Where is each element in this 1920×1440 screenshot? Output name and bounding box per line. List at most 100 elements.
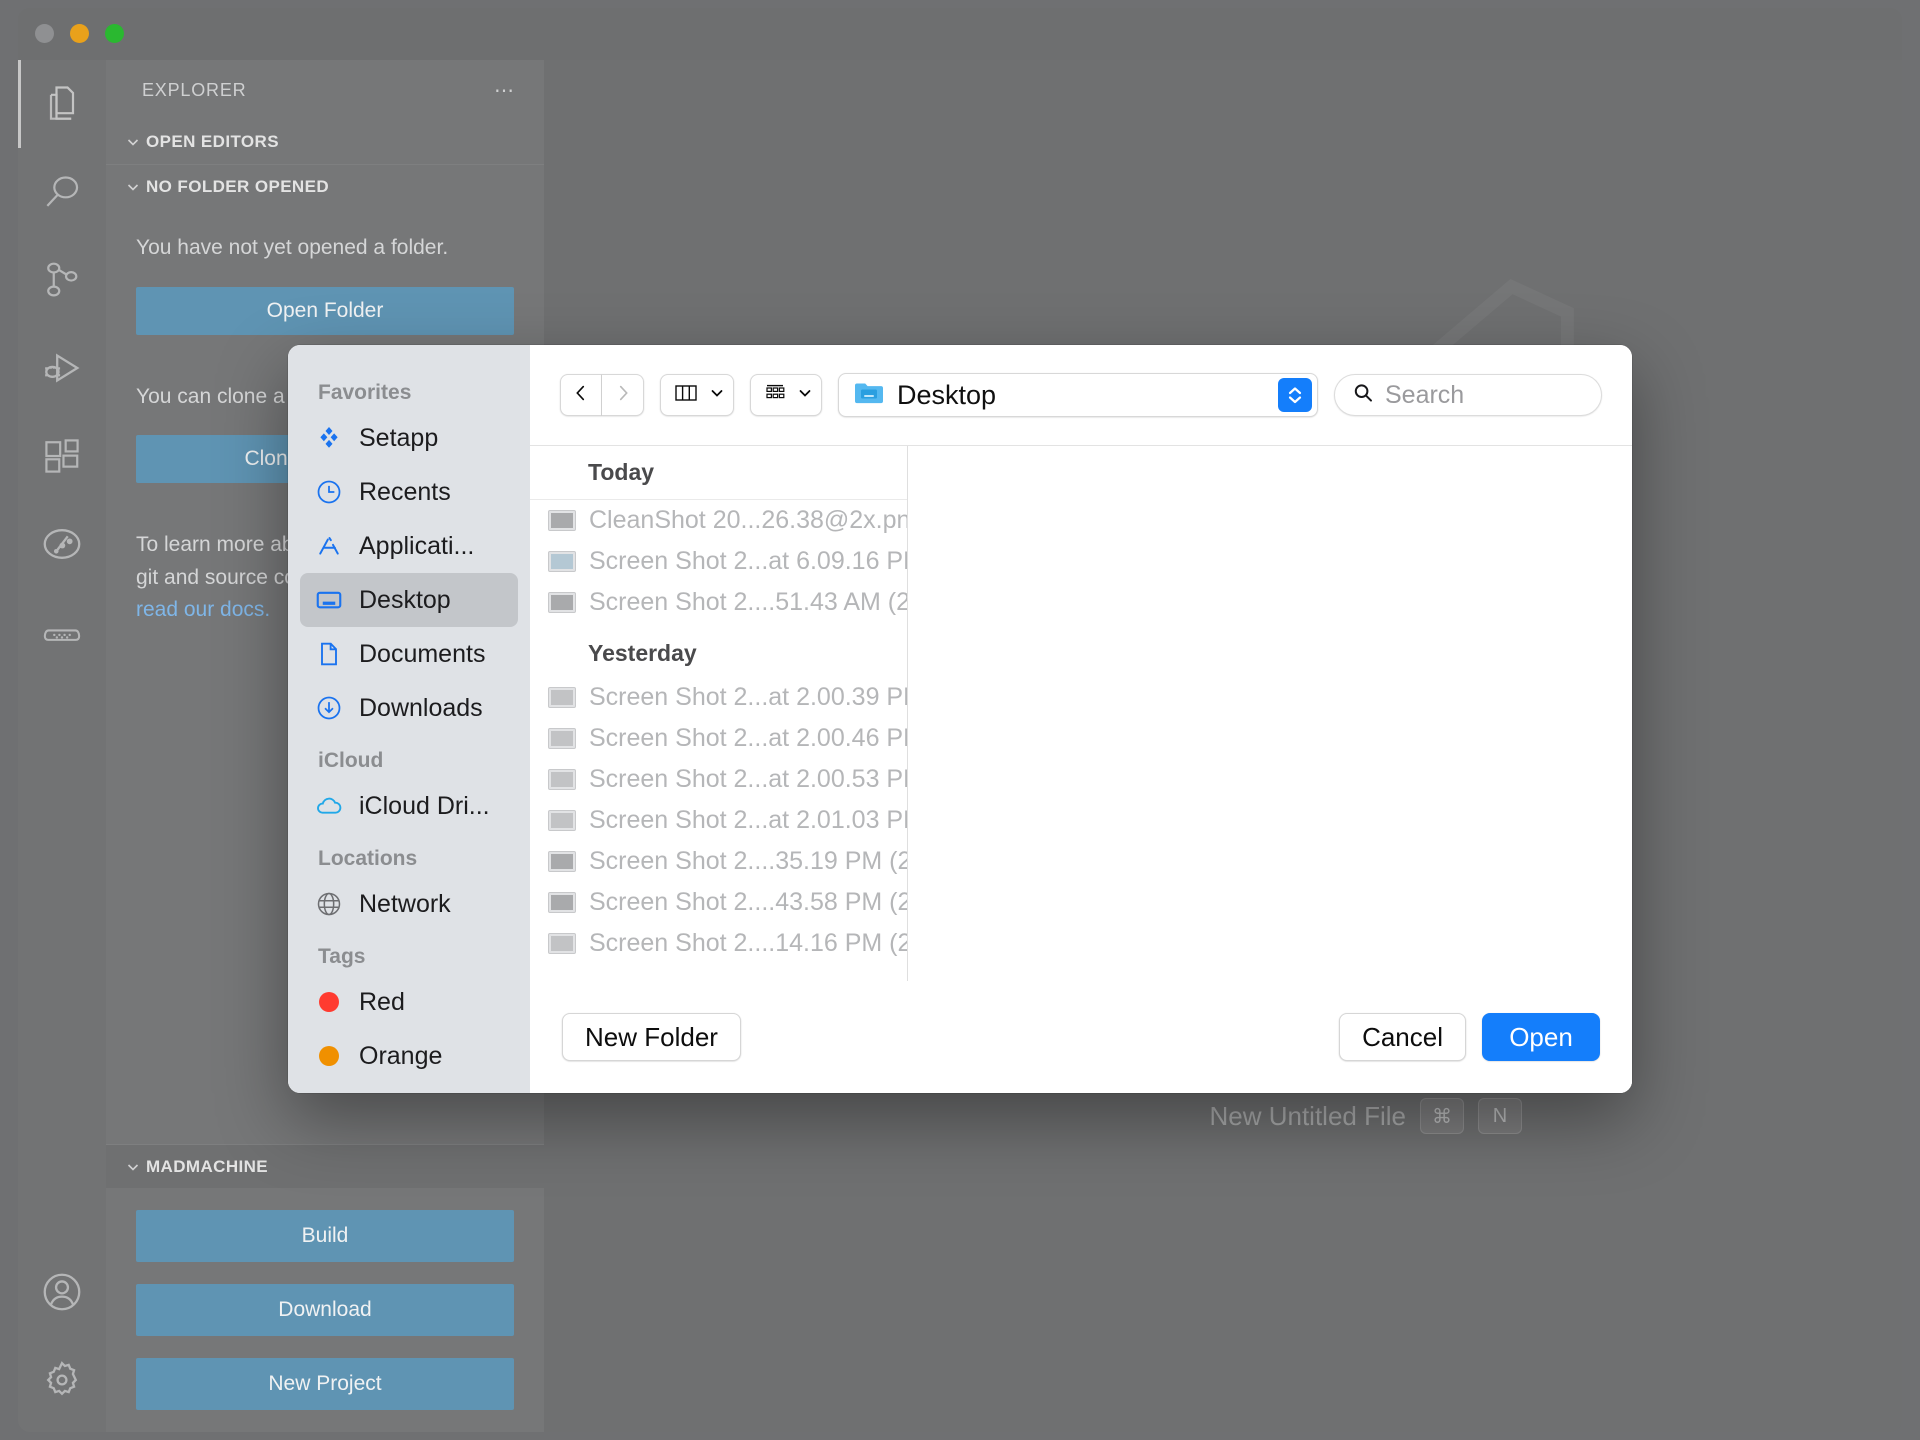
search-icon	[40, 170, 84, 214]
sidebar-item-tag-orange[interactable]: Orange	[300, 1029, 518, 1083]
view-mode-button[interactable]	[660, 374, 734, 416]
file-name: Screen Shot 2...at 2.01.03 PM	[589, 806, 908, 834]
activity-item-madmachine[interactable]	[18, 500, 106, 588]
activity-item-serial-port[interactable]	[18, 588, 106, 676]
activity-item-manage[interactable]	[18, 1336, 106, 1424]
account-icon	[39, 1269, 85, 1315]
section-madmachine[interactable]: MADMACHINE	[106, 1144, 544, 1188]
screenshot-gray-thumb-icon	[548, 810, 576, 831]
cancel-button[interactable]: Cancel	[1339, 1013, 1466, 1061]
sidebar-item-network[interactable]: Network	[300, 877, 518, 931]
path-popup-button[interactable]: Desktop	[838, 373, 1318, 417]
list-item[interactable]: Screen Shot 2...at 6.09.16 PM	[530, 541, 907, 582]
files-icon	[40, 82, 84, 126]
file-column-1[interactable]: Today CleanShot 20...26.38@2x.png Screen…	[530, 446, 908, 981]
sidebar-item-setapp[interactable]: Setapp	[300, 411, 518, 465]
clock-icon	[314, 478, 344, 506]
group-by-button[interactable]	[750, 374, 822, 416]
file-name: Screen Shot 2....35.19 PM (2)	[589, 847, 908, 875]
back-button[interactable]	[560, 374, 602, 416]
maximize-window-button[interactable]	[105, 24, 124, 43]
page-title: EXPLORER	[142, 79, 247, 100]
download-icon	[314, 694, 344, 722]
list-item[interactable]: Screen Shot 2....14.16 PM (2)	[530, 923, 907, 964]
activity-item-search[interactable]	[18, 148, 106, 236]
sidebar-item-icloud-drive[interactable]: iCloud Dri...	[300, 779, 518, 833]
list-item[interactable]: Screen Shot 2....35.19 PM (2)	[530, 841, 907, 882]
chevron-down-icon	[797, 385, 813, 406]
section-no-folder-opened[interactable]: NO FOLDER OPENED	[106, 164, 544, 208]
welcome-row[interactable]: New Untitled File ⌘ N	[1002, 1090, 1522, 1142]
sidebar-group-title-locations: Locations	[318, 847, 418, 870]
dialog-main: Desktop Search Today CleanShot 20...26.3…	[530, 345, 1632, 1093]
file-group-header-yesterday: Yesterday	[588, 639, 697, 666]
minimize-window-button[interactable]	[70, 24, 89, 43]
document-icon	[314, 640, 344, 668]
sidebar-item-label: Documents	[359, 639, 486, 668]
open-folder-button[interactable]: Open Folder	[136, 286, 514, 335]
list-item[interactable]: Screen Shot 2...at 2.01.03 PM	[530, 800, 907, 841]
section-open-editors[interactable]: OPEN EDITORS	[106, 120, 544, 164]
list-item[interactable]: Screen Shot 2...at 2.00.53 PM	[530, 759, 907, 800]
sidebar-item-documents[interactable]: Documents	[300, 627, 518, 681]
file-name: Screen Shot 2...at 2.00.39 PM	[589, 683, 908, 711]
new-project-button[interactable]: New Project	[136, 1358, 514, 1410]
list-item[interactable]: CleanShot 20...26.38@2x.png	[530, 500, 907, 541]
search-placeholder: Search	[1385, 380, 1465, 409]
dialog-toolbar: Desktop Search	[530, 345, 1632, 445]
docs-link[interactable]: read our docs.	[136, 598, 270, 621]
file-column-2[interactable]	[908, 446, 1632, 981]
icon-grid-view-icon	[763, 382, 787, 409]
explorer-title-bar: EXPLORER ⋯	[106, 60, 544, 120]
activity-item-source-control[interactable]	[18, 236, 106, 324]
new-folder-button[interactable]: New Folder	[562, 1013, 741, 1061]
file-browser-columns: Today CleanShot 20...26.38@2x.png Screen…	[530, 445, 1632, 981]
sidebar-item-downloads[interactable]: Downloads	[300, 681, 518, 735]
chevron-down-icon	[120, 134, 146, 150]
list-item[interactable]: Screen Shot 2....51.43 AM (2)	[530, 582, 907, 623]
search-icon	[1351, 381, 1375, 410]
screenshot-dark-thumb-icon	[548, 510, 576, 531]
folder-icon	[853, 380, 885, 411]
download-button[interactable]: Download	[136, 1284, 514, 1336]
build-button[interactable]: Build	[136, 1210, 514, 1262]
file-name: CleanShot 20...26.38@2x.png	[589, 506, 908, 534]
tag-dot-icon	[314, 992, 344, 1012]
activity-item-run-and-debug[interactable]	[18, 324, 106, 412]
sidebar-group-title-favorites: Favorites	[318, 381, 412, 404]
chevron-down-icon	[120, 1159, 146, 1175]
dialog-sidebar: Favorites Setapp Recents Applicati... De…	[288, 345, 530, 1093]
file-name: Screen Shot 2....43.58 PM (2)	[589, 888, 908, 916]
sidebar-group-title-icloud: iCloud	[318, 749, 384, 772]
more-actions-icon[interactable]: ⋯	[494, 78, 516, 103]
screenshot-gray-thumb-icon	[548, 933, 576, 954]
sidebar-item-label: Downloads	[359, 693, 483, 722]
activity-item-explorer[interactable]	[18, 60, 106, 148]
search-input[interactable]: Search	[1334, 374, 1602, 416]
forward-button[interactable]	[602, 374, 644, 416]
no-folder-message: You have not yet opened a folder.	[136, 236, 449, 259]
sidebar-item-desktop[interactable]: Desktop	[300, 573, 518, 627]
window-titlebar	[18, 8, 1902, 60]
welcome-shortcuts: New Untitled File ⌘ N	[1002, 1090, 1522, 1142]
open-file-dialog: Favorites Setapp Recents Applicati... De…	[288, 345, 1632, 1093]
extensions-icon	[40, 434, 84, 478]
list-item[interactable]: Screen Shot 2...at 2.00.39 PM	[530, 677, 907, 718]
sidebar-item-recents[interactable]: Recents	[300, 465, 518, 519]
open-button[interactable]: Open	[1482, 1013, 1600, 1061]
sidebar-item-label: Setapp	[359, 423, 439, 452]
sidebar-item-tag-red[interactable]: Red	[300, 975, 518, 1029]
desktop-backdrop: EXPLORER ⋯ OPEN EDITORS NO FOLDER OPENED…	[0, 0, 1920, 1440]
column-view-icon	[673, 382, 699, 409]
close-window-button[interactable]	[35, 24, 54, 43]
list-item[interactable]: Screen Shot 2...at 2.00.46 PM	[530, 718, 907, 759]
screenshot-gray-thumb-icon	[548, 687, 576, 708]
activity-item-accounts[interactable]	[18, 1248, 106, 1336]
setapp-icon	[314, 424, 344, 452]
sidebar-item-applications[interactable]: Applicati...	[300, 519, 518, 573]
section-label: MADMACHINE	[146, 1156, 269, 1176]
path-stepper-icon[interactable]	[1278, 378, 1312, 412]
activity-item-extensions[interactable]	[18, 412, 106, 500]
activity-bar	[18, 60, 106, 1432]
list-item[interactable]: Screen Shot 2....43.58 PM (2)	[530, 882, 907, 923]
